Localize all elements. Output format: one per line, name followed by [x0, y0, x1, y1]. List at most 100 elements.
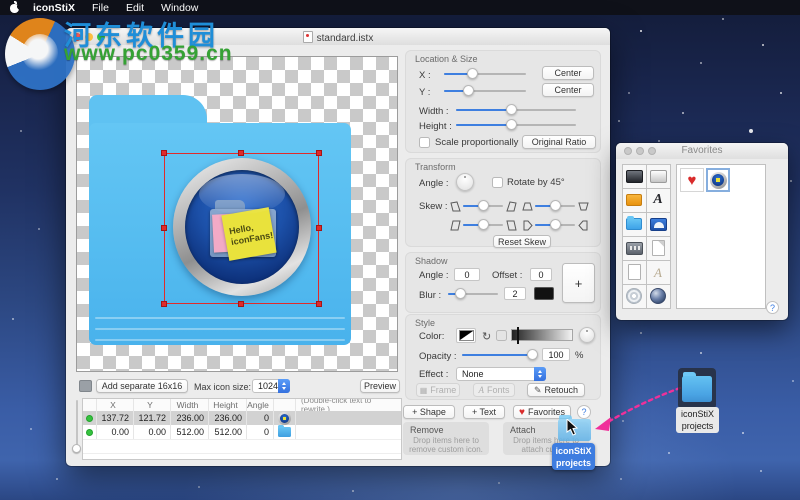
col-height[interactable]: Height — [208, 399, 246, 411]
skew-shape-icon — [522, 220, 533, 231]
fonts-button[interactable]: A Fonts — [473, 383, 515, 397]
gradient-handle[interactable] — [517, 327, 519, 344]
add-text-button[interactable]: + Text — [463, 405, 505, 419]
selection-handle[interactable] — [238, 150, 244, 156]
template-cd-disc[interactable] — [622, 284, 647, 309]
skew-slider-1[interactable] — [463, 200, 503, 211]
selection-handle[interactable] — [161, 150, 167, 156]
select-stepper — [278, 379, 290, 393]
template-drive-shared[interactable] — [622, 236, 647, 261]
palette-help-button[interactable]: ? — [766, 301, 779, 314]
palette-title: Favorites — [616, 145, 788, 156]
remove-drop-area[interactable]: Remove Drop items here to remove custom … — [403, 422, 489, 455]
skew-shape-icon — [578, 220, 589, 231]
blur-field[interactable]: 2 — [504, 287, 526, 300]
frame-button[interactable]: ▦ Frame — [416, 383, 460, 397]
skew-slider-2[interactable] — [535, 200, 575, 211]
zoom-slider-track[interactable] — [76, 400, 78, 450]
width-slider[interactable] — [456, 104, 576, 115]
retouch-button[interactable]: ✎ Retouch — [527, 383, 585, 397]
selection-rectangle[interactable] — [164, 153, 319, 304]
opacity-slider[interactable] — [462, 349, 536, 360]
menu-edit[interactable]: Edit — [126, 2, 144, 14]
table-row[interactable]: 0.00 0.00 512.00 512.00 0 — [83, 425, 401, 439]
template-globe[interactable] — [646, 284, 671, 309]
max-icon-size-label: Max icon size: — [194, 382, 251, 392]
gray-swatch-button[interactable] — [79, 380, 92, 392]
preview-button[interactable]: Preview — [360, 379, 400, 393]
apple-menu-icon[interactable] — [10, 3, 19, 13]
status-dot — [86, 415, 93, 422]
gradient-bar[interactable] — [511, 329, 573, 341]
template-font[interactable]: A — [646, 188, 671, 213]
effect-select[interactable]: None — [456, 367, 546, 381]
selection-handle[interactable] — [161, 225, 167, 231]
blur-label: Blur : — [419, 290, 441, 301]
shadow-angle-field[interactable]: 0 — [454, 268, 480, 281]
angle-knob[interactable] — [456, 173, 474, 191]
drive-shared-icon — [626, 242, 643, 255]
add-separate-16-button[interactable]: Add separate 16x16 — [96, 379, 188, 393]
add-shape-button[interactable]: + Shape — [403, 405, 455, 419]
refresh-icon[interactable]: ↻ — [482, 330, 491, 343]
max-icon-size-select[interactable]: 1024 — [252, 379, 290, 393]
hard-drive-dark-icon — [626, 170, 643, 183]
table-empty-row — [83, 453, 401, 460]
center-x-button[interactable]: Center — [542, 66, 594, 80]
style-color-well[interactable] — [456, 328, 476, 343]
selection-handle[interactable] — [316, 301, 322, 307]
desktop-folder-label[interactable]: iconStiX projects — [676, 407, 719, 433]
editor-canvas[interactable]: Hello, iconFans! — [76, 56, 398, 372]
skew-slider-3[interactable] — [463, 219, 503, 230]
zoom-slider-knob[interactable] — [72, 444, 81, 453]
table-row-selected[interactable]: 137.72 121.72 236.00 236.00 0 — [83, 411, 401, 425]
height-label: Height : — [419, 121, 452, 132]
blur-slider[interactable] — [448, 288, 498, 299]
rotate-45-checkbox[interactable] — [492, 177, 503, 188]
skew-shape-icon — [450, 201, 461, 212]
selection-handle[interactable] — [316, 150, 322, 156]
col-width[interactable]: Width — [170, 399, 208, 411]
selection-handle[interactable] — [161, 301, 167, 307]
favorites-list[interactable]: ♥ — [676, 164, 766, 309]
col-x[interactable]: X — [96, 399, 133, 411]
gradient-angle-knob[interactable] — [579, 327, 595, 343]
menu-app-name[interactable]: iconStiX — [33, 2, 75, 14]
template-drive-image[interactable] — [646, 212, 671, 237]
selection-handle[interactable] — [238, 301, 244, 307]
col-y[interactable]: Y — [133, 399, 170, 411]
template-font-decorative[interactable]: A — [646, 260, 671, 285]
menu-window[interactable]: Window — [161, 2, 198, 14]
x-slider[interactable] — [444, 68, 526, 79]
reset-skew-button[interactable]: Reset Skew — [493, 235, 551, 248]
skew-slider-4[interactable] — [535, 219, 575, 230]
opacity-field[interactable]: 100 — [542, 348, 570, 361]
shadow-offset-field[interactable]: 0 — [530, 268, 552, 281]
template-folder-blue[interactable] — [622, 212, 647, 237]
remove-text-2: remove custom icon. — [403, 445, 489, 454]
skew-shape-icon — [506, 201, 517, 212]
favorite-item-badge-selected[interactable] — [706, 168, 730, 192]
template-hard-drive-light[interactable] — [646, 164, 671, 189]
favorite-item-heart[interactable]: ♥ — [680, 168, 704, 192]
shadow-color-well[interactable] — [534, 287, 554, 300]
center-y-button[interactable]: Center — [542, 83, 594, 97]
height-slider[interactable] — [456, 119, 576, 130]
shadow-add-button[interactable]: + — [562, 263, 595, 303]
gradient-checkbox[interactable] — [496, 330, 507, 341]
badge-ring-thumbnail — [278, 412, 291, 425]
folder-detail-line — [95, 339, 345, 341]
selection-handle[interactable] — [316, 225, 322, 231]
col-angle[interactable]: Angle — [246, 399, 273, 411]
palette-title-bar[interactable]: Favorites — [616, 143, 788, 159]
original-ratio-button[interactable]: Original Ratio — [522, 135, 596, 149]
y-slider[interactable] — [444, 85, 526, 96]
template-folder-orange[interactable] — [622, 188, 647, 213]
menu-file[interactable]: File — [92, 2, 109, 14]
desktop-folder-selection[interactable] — [678, 368, 716, 409]
template-document[interactable] — [646, 236, 671, 261]
percent-label: % — [575, 350, 583, 361]
template-hard-drive-dark[interactable] — [622, 164, 647, 189]
template-page-blank[interactable] — [622, 260, 647, 285]
scale-proportionally-checkbox[interactable] — [419, 137, 430, 148]
